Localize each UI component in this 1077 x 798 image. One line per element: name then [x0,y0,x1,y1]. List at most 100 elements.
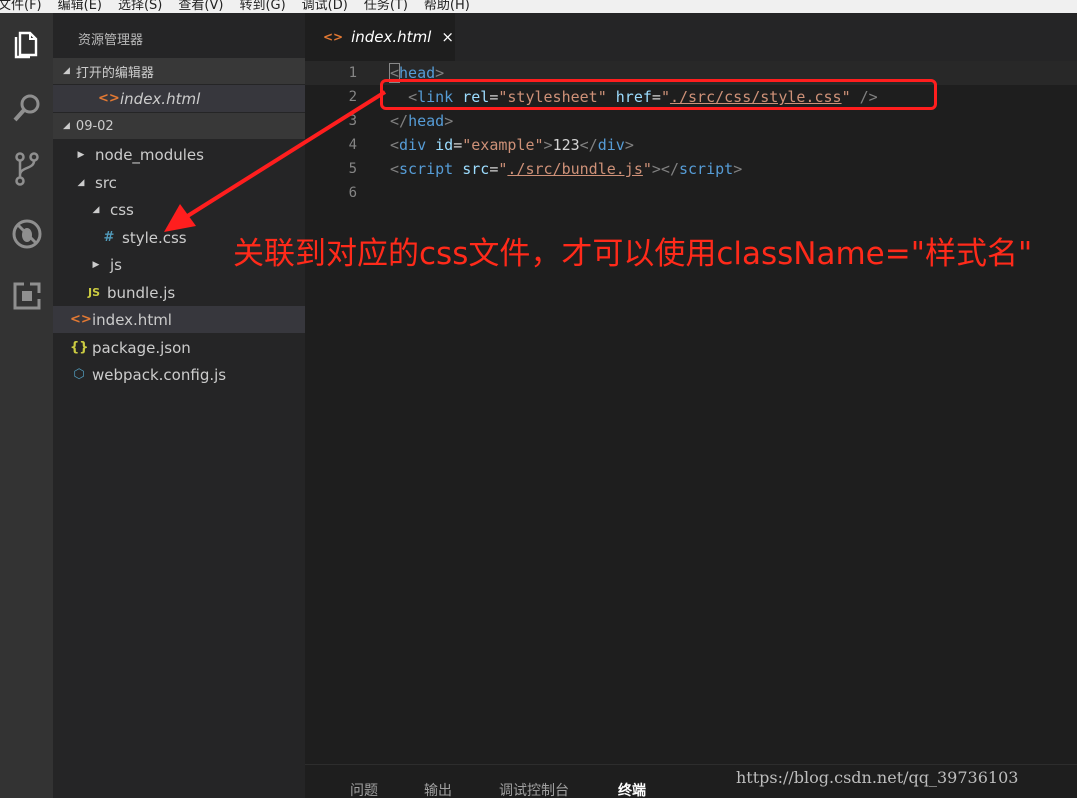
debug-icon[interactable] [0,209,53,259]
code-token: head [408,112,445,130]
code-token: < [390,136,400,154]
menu-file[interactable]: 文件(F) [0,0,42,13]
line-number: 3 [348,113,357,129]
json-icon: {} [70,340,89,355]
open-editor-label: index.html [120,89,201,108]
code-token: id [435,136,454,154]
collapse-triangle-icon: ◢ [63,66,70,76]
explorer-sidebar: 资源管理器 ◢ 打开的编辑器 <> index.html ◢ 09-02 ▶ n… [53,13,305,798]
html-icon: <> [98,91,120,106]
menu-bar: 文件(F) 编辑(E) 选择(S) 查看(V) 转到(G) 调试(D) 任务(T… [0,0,1077,13]
code-token: > [624,136,634,154]
code-token: script [679,160,734,178]
open-editors-label: 打开的编辑器 [75,65,154,81]
tree-item-index-html[interactable]: <> index.html [53,306,305,333]
code-line: 5 <script src="./src/bundle.js"></script… [305,157,1077,181]
menu-help[interactable]: 帮助(H) [424,0,470,13]
code-token: div [399,136,427,154]
code-token: div [597,136,625,154]
collapse-triangle-icon: ◢ [63,121,70,131]
menu-edit[interactable]: 编辑(E) [58,0,102,13]
tree-item-label: src [95,173,117,192]
tree-item-label: css [110,200,134,219]
code-editor[interactable]: 1 <head> 2 <link rel="stylesheet" href="… [305,61,1077,764]
code-token: > [444,112,454,130]
files-icon[interactable] [0,19,53,69]
open-editor-item[interactable]: <> index.html [53,85,305,112]
line-number: 2 [348,89,357,105]
menu-view[interactable]: 查看(V) [178,0,223,13]
line-number: 6 [348,185,357,201]
tree-item-bundle-js[interactable]: JS bundle.js [53,279,305,306]
tab-output[interactable]: 输出 [424,780,452,798]
code-token: ></ [651,160,679,178]
tab-problems[interactable]: 问题 [350,780,378,798]
js-icon: JS [87,286,100,299]
tree-item-src[interactable]: ◢ src [53,169,305,196]
code-token: " [642,160,652,178]
code-text: <div id="example">123</div> [390,136,634,154]
chevron-right-icon: ▶ [92,259,100,270]
open-editors-header[interactable]: ◢ 打开的编辑器 [53,58,305,84]
code-token: > [733,160,743,178]
code-line: 3 </head> [305,109,1077,133]
search-icon[interactable] [0,83,53,133]
code-token: = [453,136,463,154]
webpack-icon: ⬡ [73,367,85,382]
chevron-down-icon: ◢ [92,204,100,215]
tree-item-css[interactable]: ◢ css [53,196,305,223]
tab-debug-console[interactable]: 调试控制台 [499,780,569,798]
line-number: 1 [348,65,357,81]
close-icon[interactable]: × [441,28,454,46]
tree-item-webpack-config[interactable]: ⬡ webpack.config.js [53,361,305,388]
html-icon: <> [323,30,344,44]
line-number: 5 [348,161,357,177]
menu-tasks[interactable]: 任务(T) [364,0,408,13]
code-line: 6 [305,181,1077,205]
activity-bar [0,13,53,798]
highlight-box [380,79,937,110]
folder-header[interactable]: ◢ 09-02 [53,113,305,139]
tree-item-label: index.html [92,310,172,329]
explorer-title: 资源管理器 [78,33,144,48]
tree-item-label: node_modules [95,145,204,164]
source-control-icon[interactable] [0,144,53,194]
tab-label: index.html [351,28,432,46]
tab-terminal[interactable]: 终端 [618,780,646,798]
code-line: 4 <div id="example">123</div> [305,133,1077,157]
menu-debug[interactable]: 调试(D) [302,0,348,13]
html-icon: <> [70,312,92,327]
chevron-right-icon: ▶ [77,149,85,160]
tree-item-label: bundle.js [107,283,176,302]
code-text: <script src="./src/bundle.js"></script> [390,160,742,178]
code-token: </ [579,136,598,154]
extensions-icon[interactable] [0,271,53,321]
annotation-text: 关联到对应的css文件，才可以使用className="样式名" [233,236,1033,272]
css-icon: # [103,230,115,245]
menu-goto[interactable]: 转到(G) [239,0,285,13]
code-token: "example" [462,136,544,154]
folder-label: 09-02 [75,118,114,134]
code-token: src [462,160,490,178]
line-number: 4 [348,137,357,153]
tree-item-node-modules[interactable]: ▶ node_modules [53,141,305,168]
code-token: script [399,160,454,178]
menu-selection[interactable]: 选择(S) [118,0,162,13]
chevron-down-icon: ◢ [77,177,85,188]
tab-index-html[interactable]: <> index.html × [305,13,455,61]
code-text: </head> [390,112,453,130]
code-token: </ [390,112,409,130]
tree-item-package-json[interactable]: {} package.json [53,334,305,361]
watermark: https://blog.csdn.net/qq_39736103 [736,768,1019,787]
tree-item-label: webpack.config.js [92,365,227,384]
tree-item-label: style.css [122,228,187,247]
code-token: < [390,160,400,178]
editor-tab-bar: <> index.html × [305,13,1077,61]
tree-item-label: package.json [92,338,191,357]
code-token: > [543,136,553,154]
code-token: 123 [552,136,580,154]
code-token: ./src/bundle.js [507,160,643,178]
tree-item-label: js [110,255,122,274]
